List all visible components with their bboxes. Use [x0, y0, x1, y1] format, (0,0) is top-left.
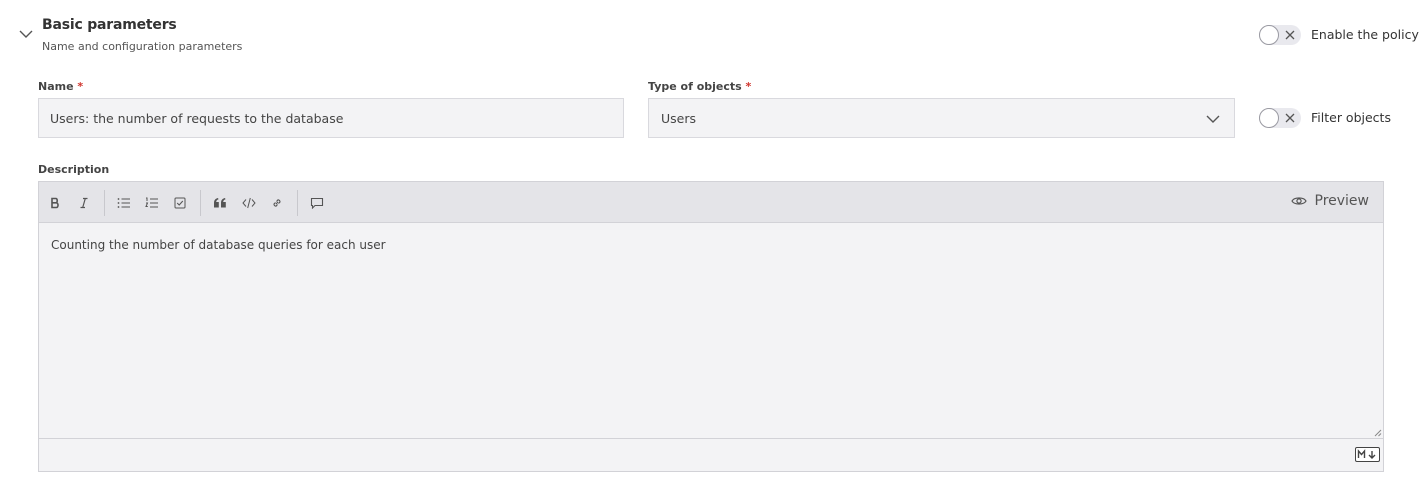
description-label: Description: [38, 163, 110, 176]
markdown-icon: [1355, 447, 1380, 462]
close-icon: [1285, 30, 1295, 40]
filter-objects-toggle[interactable]: [1259, 108, 1301, 128]
name-label: Name *: [38, 80, 83, 93]
preview-label: Preview: [1314, 193, 1370, 209]
preview-button[interactable]: Preview: [1290, 193, 1370, 209]
section-title: Basic parameters: [42, 17, 177, 33]
required-mark: *: [745, 80, 752, 93]
toggle-knob: [1259, 108, 1279, 128]
type-label: Type of objects *: [648, 80, 751, 93]
section-subtitle: Name and configuration parameters: [42, 40, 243, 53]
eye-icon: [1290, 197, 1307, 205]
resize-handle-icon[interactable]: [1374, 429, 1382, 437]
toolbar-divider: [104, 190, 105, 216]
name-input[interactable]: [38, 98, 624, 138]
editor-toolbar: Preview: [39, 182, 1383, 223]
toolbar-divider: [297, 190, 298, 216]
filter-objects-label: Filter objects: [1311, 110, 1391, 125]
editor-footer: [39, 438, 1383, 471]
description-editor: Preview Counting the number of database …: [38, 181, 1384, 472]
code-icon[interactable]: [241, 195, 257, 211]
description-text[interactable]: Counting the number of database queries …: [51, 238, 386, 252]
chevron-down-icon[interactable]: [18, 26, 34, 42]
checklist-icon[interactable]: [172, 195, 188, 211]
close-icon: [1285, 113, 1295, 123]
link-icon[interactable]: [269, 195, 285, 211]
bulleted-list-icon[interactable]: [116, 195, 132, 211]
type-select-value: Users: [661, 111, 697, 126]
italic-icon[interactable]: [76, 195, 92, 211]
enable-policy-toggle[interactable]: [1259, 25, 1301, 45]
required-mark: *: [77, 80, 84, 93]
quote-icon[interactable]: [212, 195, 228, 211]
toggle-knob: [1259, 25, 1279, 45]
chevron-down-icon: [1206, 115, 1220, 123]
enable-policy-label: Enable the policy: [1311, 27, 1419, 42]
numbered-list-icon[interactable]: [144, 195, 160, 211]
bold-icon[interactable]: [47, 195, 63, 211]
toolbar-divider: [200, 190, 201, 216]
type-label-text: Type of objects: [648, 80, 742, 93]
name-label-text: Name: [38, 80, 74, 93]
comment-icon[interactable]: [309, 195, 325, 211]
type-select[interactable]: Users: [648, 98, 1235, 138]
